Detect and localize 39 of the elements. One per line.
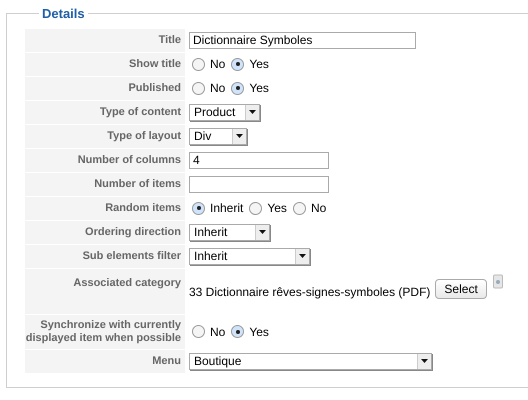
field-label: Number of columns [78,154,181,166]
dropdown[interactable]: Div [189,128,247,144]
radio-option[interactable]: Yes [231,79,269,97]
radio-option[interactable]: No [292,199,326,217]
radio-option[interactable]: No [192,322,226,340]
dropdown[interactable]: Product [189,104,260,120]
caret-icon [299,254,306,258]
field-label: Type of layout [107,130,181,142]
field-label: Published [128,82,181,94]
select-button[interactable]: Select [435,278,487,298]
text-field[interactable]: 4 [189,152,329,168]
dropdown[interactable]: Inherit [189,224,270,240]
trash-icon[interactable] [492,274,503,288]
field-label: Number of items [94,178,181,190]
radio-option[interactable]: Yes [231,55,269,73]
field-label: Random items [105,202,181,214]
caret-icon [236,134,243,138]
caret-icon [259,230,266,234]
radio-option[interactable]: Yes [231,322,269,340]
text-field[interactable]: Dictionnaire Symboles [189,32,416,48]
radio-option[interactable]: Inherit [192,199,244,217]
field-label: Ordering direction [85,226,181,238]
field-label: Title [158,34,181,46]
field-label: Menu [152,354,181,368]
radio-option[interactable]: No [192,55,226,73]
field-label: Type of content [100,106,181,118]
category-name: 33 Dictionnaire rêves-signes-symboles (PDF) [189,284,430,300]
field-label: Synchronize with currently displayed item when possible [25,318,181,344]
radio-option[interactable]: Yes [249,199,287,217]
caret-icon [421,359,428,363]
dropdown[interactable]: Boutique [189,352,432,370]
field-label: Sub elements filter [82,250,181,262]
text-field[interactable] [189,176,329,192]
caret-icon [249,110,256,114]
field-label: Associated category [73,276,181,288]
section-title: Details [41,5,86,23]
field-label: Show title [129,58,181,70]
dropdown[interactable]: Inherit [189,248,310,264]
radio-option[interactable]: No [192,79,226,97]
